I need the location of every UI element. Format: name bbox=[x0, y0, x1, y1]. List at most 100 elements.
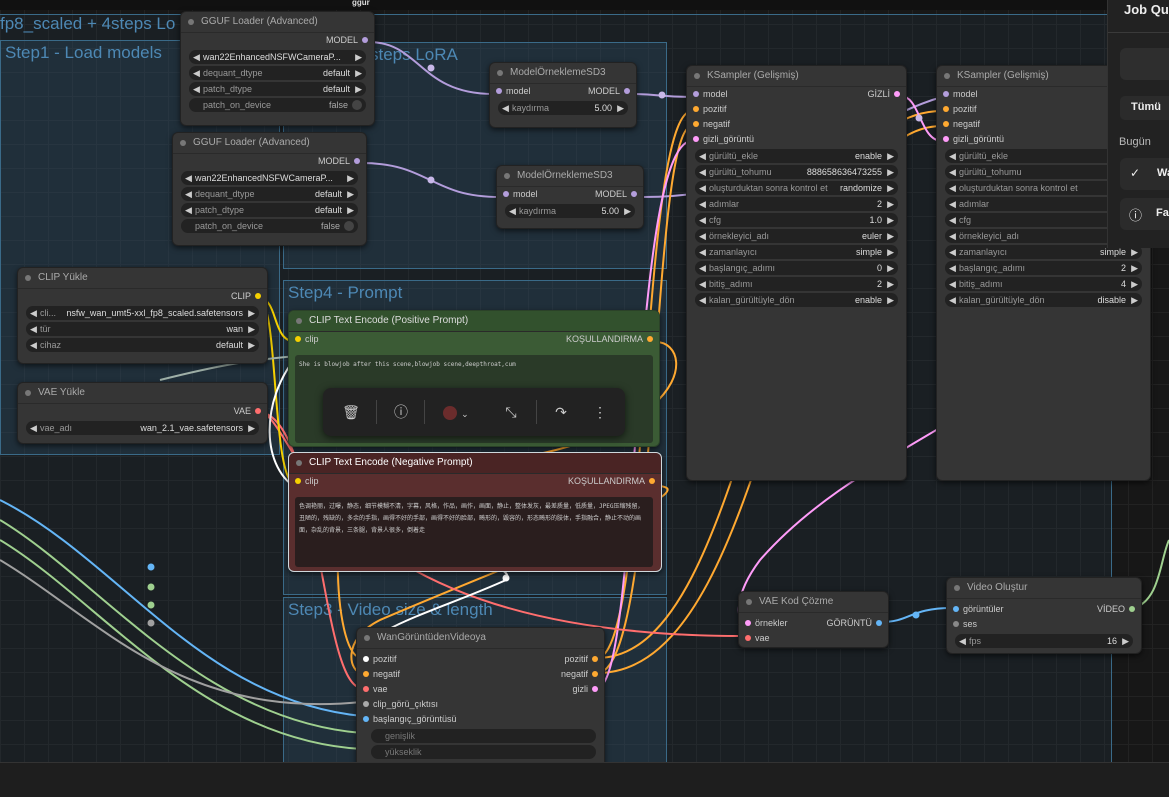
collapse-dot-icon[interactable] bbox=[25, 275, 31, 281]
arrow-left-icon[interactable]: ◀ bbox=[949, 229, 956, 243]
job-item-1[interactable]: ✓ Wa bbox=[1120, 158, 1169, 190]
arrow-right-icon[interactable]: ▶ bbox=[624, 204, 631, 218]
widget-end-step[interactable]: ◀ bitiş_adımı 2 ▶ bbox=[695, 277, 898, 291]
node-gguf-loader-2[interactable]: GGUF Loader (Advanced) MODEL ◀ wan22Enhan… bbox=[172, 132, 367, 246]
arrow-right-icon[interactable]: ▶ bbox=[1131, 261, 1138, 275]
collapse-dot-icon[interactable] bbox=[188, 19, 194, 25]
arrow-left-icon[interactable]: ◀ bbox=[193, 66, 200, 80]
widget-dequant-dtype[interactable]: ◀ dequant_dtype default ▶ bbox=[189, 66, 366, 80]
arrow-right-icon[interactable]: ▶ bbox=[355, 66, 362, 80]
arrow-right-icon[interactable]: ▶ bbox=[248, 421, 255, 435]
arrow-left-icon[interactable]: ◀ bbox=[509, 204, 516, 218]
arrow-left-icon[interactable]: ◀ bbox=[949, 261, 956, 275]
output-slot-image[interactable] bbox=[876, 620, 882, 626]
arrow-right-icon[interactable]: ▶ bbox=[355, 50, 362, 64]
input-slot-positive[interactable] bbox=[693, 106, 699, 112]
widget-unet-name[interactable]: ◀ wan22EnhancedNSFWCameraP... ▶ bbox=[181, 171, 358, 185]
arrow-right-icon[interactable]: ▶ bbox=[887, 197, 894, 211]
widget-shift[interactable]: ◀ kaydırma 5.00 ▶ bbox=[498, 101, 628, 115]
widget-patch-on-device[interactable]: patch_on_device false bbox=[189, 98, 366, 112]
arrow-right-icon[interactable]: ▶ bbox=[1131, 277, 1138, 291]
prompt-text-field[interactable]: 色调艳丽，过曝，静态，细节模糊不清，字幕，风格，作品，画作，画面，静止，整体发灰… bbox=[295, 497, 653, 567]
output-slot-positive[interactable] bbox=[592, 656, 598, 662]
arrow-left-icon[interactable]: ◀ bbox=[949, 213, 956, 227]
input-slot-model[interactable] bbox=[496, 88, 502, 94]
color-picker-icon[interactable]: ⌄ bbox=[436, 402, 476, 422]
widget-width[interactable]: genişlik bbox=[371, 729, 596, 743]
graph-canvas[interactable]: ggur fp8_scaled + 4steps Lo Step1 - Load… bbox=[0, 0, 1169, 797]
arrow-left-icon[interactable]: ◀ bbox=[949, 293, 956, 307]
collapse-dot-icon[interactable] bbox=[746, 599, 752, 605]
widget-clip-name[interactable]: ◀ cli... nsfw_wan_umt5-xxl_fp8_scaled.safe… bbox=[26, 306, 259, 320]
arrow-left-icon[interactable]: ◀ bbox=[699, 213, 706, 227]
arrow-left-icon[interactable]: ◀ bbox=[949, 277, 956, 291]
collapse-dot-icon[interactable] bbox=[296, 460, 302, 466]
toggle-icon[interactable] bbox=[352, 100, 362, 110]
node-ksampler-1[interactable]: KSampler (Gelişmiş) model GİZLİ pozitif n… bbox=[686, 65, 907, 481]
arrow-left-icon[interactable]: ◀ bbox=[193, 50, 200, 64]
toggle-icon[interactable] bbox=[344, 221, 354, 231]
arrow-left-icon[interactable]: ◀ bbox=[30, 338, 37, 352]
node-model-sampling-sd3-2[interactable]: ModelÖrneklemeSD3 model MODEL ◀ kaydırma 5.… bbox=[496, 165, 644, 229]
filter-all-button[interactable]: Tümü bbox=[1120, 96, 1169, 120]
redo-icon[interactable]: ↷ bbox=[551, 402, 571, 422]
widget-scheduler[interactable]: ◀ zamanlayıcı simple ▶ bbox=[695, 245, 898, 259]
arrow-left-icon[interactable]: ◀ bbox=[949, 197, 956, 211]
widget-vae-name[interactable]: ◀ vae_adı wan_2.1_vae.safetensors ▶ bbox=[26, 421, 259, 435]
arrow-left-icon[interactable]: ◀ bbox=[30, 306, 37, 320]
arrow-right-icon[interactable]: ▶ bbox=[248, 338, 255, 352]
arrow-right-icon[interactable]: ▶ bbox=[887, 229, 894, 243]
widget-return-with-leftover-noise[interactable]: ◀ kalan_gürültüyle_dön disable ▶ bbox=[945, 293, 1142, 307]
arrow-right-icon[interactable]: ▶ bbox=[1131, 293, 1138, 307]
arrow-right-icon[interactable]: ▶ bbox=[1122, 634, 1129, 648]
collapse-icon[interactable]: ⤡ bbox=[501, 402, 521, 422]
widget-end-step[interactable]: ◀ bitiş_adımı 4 ▶ bbox=[945, 277, 1142, 291]
widget-return-with-leftover-noise[interactable]: ◀ kalan_gürültüyle_dön enable ▶ bbox=[695, 293, 898, 307]
input-slot-latent[interactable] bbox=[693, 136, 699, 142]
input-slot-negative[interactable] bbox=[943, 121, 949, 127]
arrow-left-icon[interactable]: ◀ bbox=[699, 261, 706, 275]
arrow-left-icon[interactable]: ◀ bbox=[699, 149, 706, 163]
input-slot-negative[interactable] bbox=[363, 671, 369, 677]
trash-icon[interactable]: 🗑 bbox=[341, 402, 361, 422]
arrow-right-icon[interactable]: ▶ bbox=[887, 245, 894, 259]
arrow-left-icon[interactable]: ◀ bbox=[185, 171, 192, 185]
node-create-video[interactable]: Video Oluştur görüntüler VİDEO ses ◀ fps 16… bbox=[946, 577, 1142, 654]
output-slot-negative[interactable] bbox=[592, 671, 598, 677]
node-gguf-loader-1[interactable]: GGUF Loader (Advanced) MODEL ◀ wan22Enhan… bbox=[180, 11, 375, 126]
output-slot-latent[interactable] bbox=[894, 91, 900, 97]
arrow-left-icon[interactable]: ◀ bbox=[949, 181, 956, 195]
arrow-right-icon[interactable]: ▶ bbox=[887, 149, 894, 163]
arrow-left-icon[interactable]: ◀ bbox=[699, 229, 706, 243]
input-slot-positive[interactable] bbox=[943, 106, 949, 112]
output-slot-model[interactable] bbox=[362, 37, 368, 43]
arrow-right-icon[interactable]: ▶ bbox=[248, 306, 255, 320]
arrow-right-icon[interactable]: ▶ bbox=[887, 181, 894, 195]
collapse-dot-icon[interactable] bbox=[954, 585, 960, 591]
collapse-dot-icon[interactable] bbox=[180, 140, 186, 146]
collapse-dot-icon[interactable] bbox=[944, 73, 950, 79]
widget-fps[interactable]: ◀ fps 16 ▶ bbox=[955, 634, 1133, 648]
job-item-2[interactable]: ⓘ Fa bbox=[1120, 198, 1169, 230]
node-model-sampling-sd3-1[interactable]: ModelÖrneklemeSD3 model MODEL ◀ kaydırma 5.… bbox=[489, 62, 637, 128]
collapse-dot-icon[interactable] bbox=[25, 390, 31, 396]
node-wan-image-to-video[interactable]: WanGörüntüdenVideoya pozitif pozitif nega… bbox=[356, 627, 605, 769]
collapse-dot-icon[interactable] bbox=[694, 73, 700, 79]
widget-patch-dtype[interactable]: ◀ patch_dtype default ▶ bbox=[181, 203, 358, 217]
info-icon[interactable]: ⓘ bbox=[391, 402, 411, 422]
input-slot-clip[interactable] bbox=[295, 336, 301, 342]
arrow-left-icon[interactable]: ◀ bbox=[699, 277, 706, 291]
widget-unet-name[interactable]: ◀ wan22EnhancedNSFWCameraP... ▶ bbox=[189, 50, 366, 64]
arrow-right-icon[interactable]: ▶ bbox=[887, 293, 894, 307]
widget-steps[interactable]: ◀ adımlar 2 ▶ bbox=[695, 197, 898, 211]
input-slot-negative[interactable] bbox=[693, 121, 699, 127]
arrow-right-icon[interactable]: ▶ bbox=[347, 187, 354, 201]
widget-start-step[interactable]: ◀ başlangıç_adımı 2 ▶ bbox=[945, 261, 1142, 275]
arrow-right-icon[interactable]: ▶ bbox=[347, 203, 354, 217]
widget-dequant-dtype[interactable]: ◀ dequant_dtype default ▶ bbox=[181, 187, 358, 201]
widget-patch-dtype[interactable]: ◀ patch_dtype default ▶ bbox=[189, 82, 366, 96]
widget-shift[interactable]: ◀ kaydırma 5.00 ▶ bbox=[505, 204, 635, 218]
arrow-right-icon[interactable]: ▶ bbox=[347, 171, 354, 185]
widget-type[interactable]: ◀ tür wan ▶ bbox=[26, 322, 259, 336]
output-slot-latent[interactable] bbox=[592, 686, 598, 692]
